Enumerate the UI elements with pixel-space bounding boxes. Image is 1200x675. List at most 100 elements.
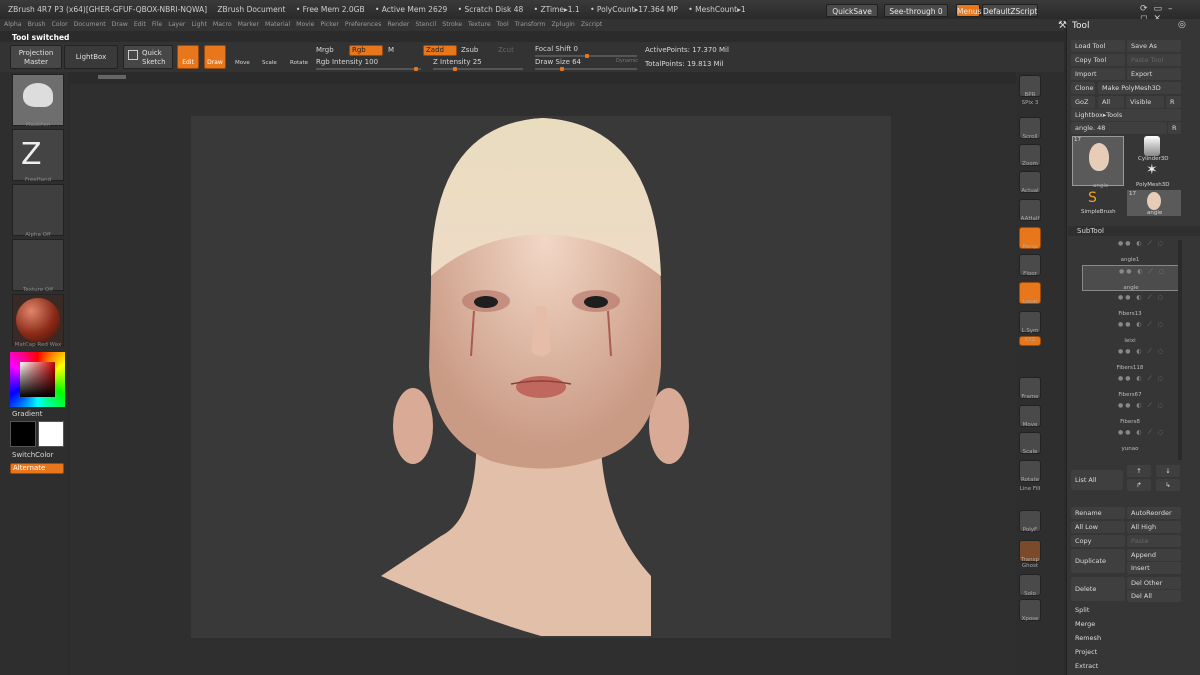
project-section[interactable]: Project	[1071, 646, 1181, 658]
make-polymesh-button[interactable]: Make PolyMesh3D	[1098, 82, 1181, 94]
goz-button[interactable]: GoZ	[1071, 96, 1095, 108]
subtool-item[interactable]: ●● ◐ ⟋ ◌ leixi	[1082, 319, 1182, 345]
menu-zscript[interactable]: Zscript	[581, 21, 602, 28]
move-down-icon[interactable]: ↓	[1156, 465, 1180, 477]
rename-button[interactable]: Rename	[1071, 507, 1125, 519]
primary-color-swatch[interactable]	[38, 421, 64, 447]
menu-preferences[interactable]: Preferences	[345, 21, 381, 28]
load-tool-button[interactable]: Load Tool	[1071, 40, 1125, 52]
z-intensity-slider[interactable]	[433, 67, 523, 71]
subtool-item[interactable]: ●● ◐ ⟋ ◌ Fibers13	[1082, 292, 1182, 318]
insert-button[interactable]: Insert	[1127, 562, 1181, 574]
extract-section[interactable]: Extract	[1071, 660, 1181, 672]
menu-render[interactable]: Render	[387, 21, 409, 28]
subtool-toggle-icons[interactable]: ●● ◐ ⟋ ◌	[1118, 240, 1165, 248]
subtool-item[interactable]: ●● ◐ ⟋ ◌ yunao	[1082, 427, 1182, 453]
lightbox-tools-button[interactable]: Lightbox▸Tools	[1071, 109, 1181, 121]
alternate-button[interactable]: Alternate	[10, 463, 64, 474]
current-tool-thumbnail[interactable]	[1072, 136, 1124, 186]
menu-draw[interactable]: Draw	[112, 21, 128, 28]
subtool-item[interactable]: ●● ◐ ⟋ ◌ Fibers118	[1082, 346, 1182, 372]
remesh-section[interactable]: Remesh	[1071, 632, 1181, 644]
subtool-item[interactable]: ●● ◐ ⟋ ◌ Fibers8	[1082, 400, 1182, 426]
subtool-toggle-icons[interactable]: ●● ◐ ⟋ ◌	[1119, 268, 1166, 276]
del-all-button[interactable]: Del All	[1127, 590, 1181, 602]
right-spix-3-label[interactable]: SPix 3	[1016, 100, 1044, 106]
menu-marker[interactable]: Marker	[238, 21, 259, 28]
all-low-button[interactable]: All Low	[1071, 521, 1125, 533]
delete-button[interactable]: Delete	[1071, 577, 1125, 601]
simplebrush-icon[interactable]: S	[1088, 190, 1097, 206]
panel-close-icon[interactable]: ◎	[1178, 20, 1186, 30]
right-ghost-label[interactable]: Ghost	[1016, 563, 1044, 569]
duplicate-button[interactable]: Duplicate	[1071, 549, 1125, 573]
brush-thumbnail[interactable]	[12, 74, 64, 126]
menu-material[interactable]: Material	[265, 21, 290, 28]
subtool-scrollbar[interactable]	[1178, 240, 1182, 460]
zadd-button[interactable]: Zadd	[423, 45, 457, 56]
menu-document[interactable]: Document	[74, 21, 106, 28]
subtool-item[interactable]: ●● ◐ ⟋ ◌ angle1	[1082, 238, 1182, 264]
subtool-title[interactable]: SubTool	[1077, 227, 1104, 235]
menu-macro[interactable]: Macro	[213, 21, 232, 28]
visible-button[interactable]: Visible	[1126, 96, 1164, 108]
quicksave-button[interactable]: QuickSave	[826, 4, 878, 17]
save-as-button[interactable]: Save As	[1127, 40, 1181, 52]
edit-button[interactable]: Edit	[177, 45, 199, 69]
subtool-item[interactable]: ●● ◐ ⟋ ◌ angle	[1082, 265, 1182, 291]
menu-brush[interactable]: Brush	[28, 21, 46, 28]
menu-stencil[interactable]: Stencil	[415, 21, 436, 28]
all-button[interactable]: All	[1098, 96, 1124, 108]
color-sv-square[interactable]	[20, 362, 55, 397]
move-bottom-icon[interactable]: ↳	[1156, 479, 1180, 491]
menu-tool[interactable]: Tool	[497, 21, 509, 28]
r-button[interactable]: R	[1166, 96, 1181, 108]
dynamic-toggle[interactable]: Dynamic	[616, 58, 638, 64]
quick-sketch-button[interactable]: Quick Sketch	[123, 45, 173, 69]
menu-layer[interactable]: Layer	[168, 21, 185, 28]
menu-movie[interactable]: Movie	[296, 21, 314, 28]
color-picker[interactable]	[10, 352, 65, 407]
subtool-toggle-icons[interactable]: ●● ◐ ⟋ ◌	[1118, 375, 1165, 383]
m-button[interactable]: M	[388, 46, 394, 54]
secondary-color-swatch[interactable]	[10, 421, 36, 447]
projection-master-button[interactable]: Projection Master	[10, 45, 62, 69]
menu-texture[interactable]: Texture	[468, 21, 491, 28]
zsub-button[interactable]: Zsub	[461, 46, 478, 54]
autoreorder-button[interactable]: AutoReorder	[1127, 507, 1181, 519]
copy-tool-button[interactable]: Copy Tool	[1071, 54, 1125, 66]
append-button[interactable]: Append	[1127, 549, 1181, 561]
list-all-button[interactable]: List All	[1071, 470, 1123, 490]
polymesh-star-icon[interactable]: ✶	[1146, 162, 1158, 178]
copy-subtool-button[interactable]: Copy	[1071, 535, 1125, 547]
menu-file[interactable]: File	[152, 21, 162, 28]
document-viewport[interactable]	[191, 116, 891, 638]
see-through-slider[interactable]: See-through 0	[884, 4, 948, 17]
subtool-toggle-icons[interactable]: ●● ◐ ⟋ ◌	[1118, 294, 1165, 302]
subtool-toggle-icons[interactable]: ●● ◐ ⟋ ◌	[1118, 321, 1165, 329]
rgb-button[interactable]: Rgb	[349, 45, 383, 56]
export-button[interactable]: Export	[1127, 68, 1181, 80]
paste-subtool-button[interactable]: Paste	[1127, 535, 1181, 547]
move-mode-button[interactable]: Move	[235, 60, 250, 66]
menu-color[interactable]: Color	[51, 21, 67, 28]
subtool-toggle-icons[interactable]: ●● ◐ ⟋ ◌	[1118, 402, 1165, 410]
right-line-fill-label[interactable]: Line Fill	[1016, 486, 1044, 492]
scale-mode-button[interactable]: Scale	[262, 60, 277, 66]
rgb-intensity-slider[interactable]	[316, 67, 421, 71]
menu-edit[interactable]: Edit	[134, 21, 146, 28]
merge-section[interactable]: Merge	[1071, 618, 1181, 630]
switchcolor-button[interactable]: SwitchColor	[12, 451, 53, 459]
clone-button[interactable]: Clone	[1071, 82, 1095, 94]
menu-transform[interactable]: Transform	[515, 21, 546, 28]
menu-alpha[interactable]: Alpha	[4, 21, 22, 28]
del-other-button[interactable]: Del Other	[1127, 577, 1181, 589]
canvas-scroll-indicator[interactable]	[98, 75, 126, 79]
menu-light[interactable]: Light	[191, 21, 206, 28]
gradient-label[interactable]: Gradient	[12, 410, 42, 418]
move-top-icon[interactable]: ↱	[1127, 479, 1151, 491]
lightbox-button[interactable]: LightBox	[64, 45, 118, 69]
menus-button[interactable]: Menus	[956, 4, 982, 17]
current-tool-slider[interactable]: angle. 48	[1071, 122, 1167, 134]
split-section[interactable]: Split	[1071, 604, 1181, 616]
